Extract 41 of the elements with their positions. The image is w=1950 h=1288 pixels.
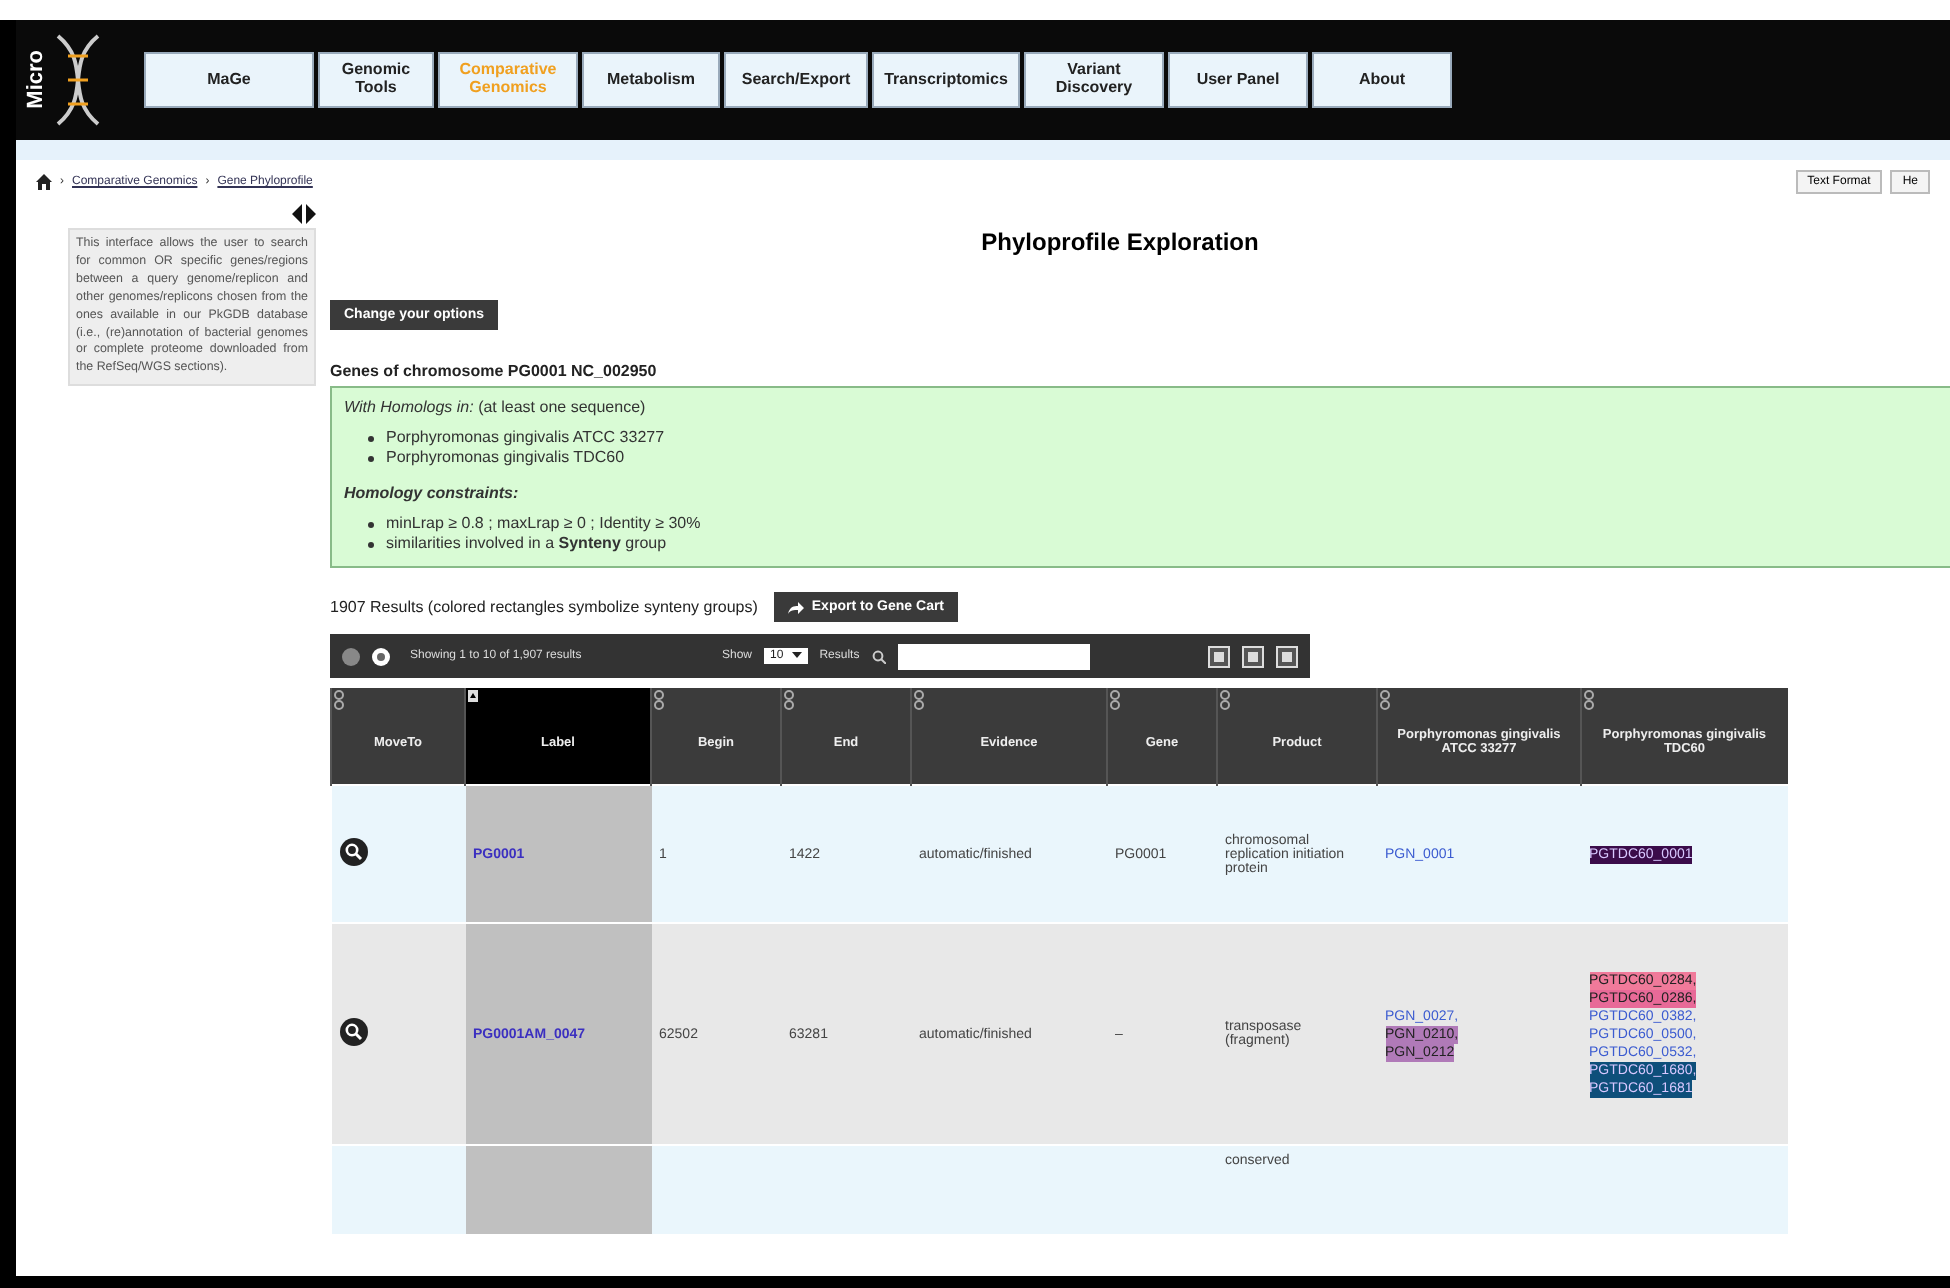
home-icon[interactable]	[36, 174, 52, 190]
constraint-item: minLrap ≥ 0.8 ; maxLrap ≥ 0 ; Identity ≥ 30%	[386, 514, 701, 534]
nav-tab[interactable]: Search/Export	[724, 52, 868, 108]
magnifier-icon[interactable]	[339, 838, 367, 866]
organism-item: Porphyromonas gingivalis TDC60	[386, 448, 625, 468]
nav-tab[interactable]: MaGe	[144, 52, 314, 108]
sort-icon[interactable]	[784, 690, 794, 710]
sort-icon[interactable]	[1380, 690, 1390, 710]
constraints-heading: Homology constraints:	[344, 484, 521, 502]
caret-icon	[791, 650, 802, 660]
chromosome-heading: Genes of chromosome PG0001 NC_002950	[330, 362, 659, 380]
results-summary: 1907 Results (colored rectangles symbolize synteny groups)	[330, 598, 758, 616]
sort-icon[interactable]	[1110, 690, 1120, 710]
sort-icon[interactable]	[1220, 690, 1230, 710]
nav-tab[interactable]: About	[1312, 52, 1452, 108]
sort-icon[interactable]	[654, 690, 664, 710]
organism-item: Porphyromonas gingivalis ATCC 33277	[386, 428, 665, 448]
bullet-icon	[368, 521, 374, 527]
share-arrow-icon	[787, 601, 804, 613]
page-title: Phyloprofile Exploration	[979, 228, 1261, 256]
bullet-icon	[368, 435, 374, 441]
collapse-arrow-icon[interactable]	[292, 204, 316, 224]
previous-page-icon[interactable]	[342, 647, 360, 665]
sort-icon[interactable]	[1584, 690, 1594, 710]
bullet-icon	[368, 455, 374, 461]
dna-logo-icon	[52, 32, 104, 128]
search-icon	[871, 649, 886, 663]
nav-tab[interactable]: User Panel	[1168, 52, 1308, 108]
constraint-item: similarities involved in a Synteny group	[386, 534, 667, 554]
homologs-heading: With Homologs in: (at least one sequence)	[344, 398, 648, 416]
bullet-icon	[368, 541, 374, 547]
nav-tab[interactable]: Genomic Tools	[318, 52, 434, 108]
nav-tab[interactable]: Variant Discovery	[1024, 52, 1164, 108]
sort-icon[interactable]	[914, 690, 924, 710]
logo-text: Micro	[24, 50, 48, 110]
magnifier-icon[interactable]	[339, 1018, 367, 1046]
search-field[interactable]	[897, 643, 1090, 669]
nav-tab[interactable]: Transcriptomics	[872, 52, 1020, 108]
nav-tab[interactable]: Metabolism	[582, 52, 720, 108]
sort-icon[interactable]	[334, 690, 344, 710]
next-page-icon[interactable]	[372, 647, 390, 665]
